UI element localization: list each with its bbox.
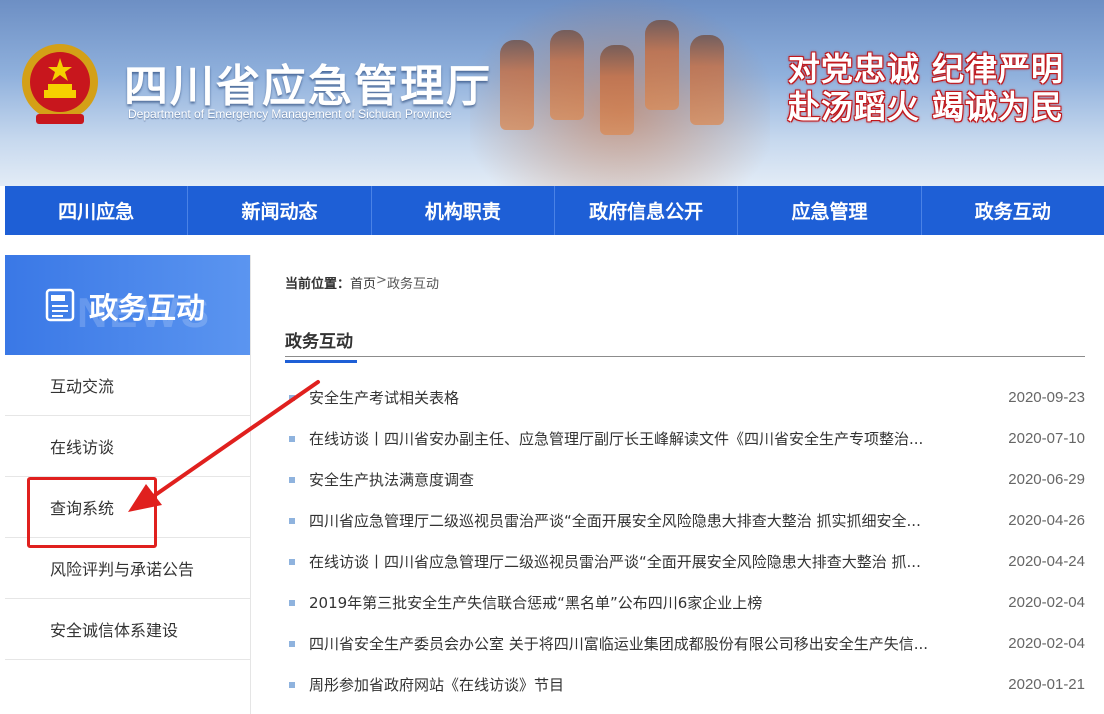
list-item[interactable]: 四川省安全生产委员会办公室 关于将四川富临运业集团成都股份有限公司移出安全生产失… bbox=[285, 623, 1085, 664]
breadcrumb-label: 当前位置： bbox=[285, 277, 351, 292]
main-nav: 四川应急 新闻动态 机构职责 政府信息公开 应急管理 政务互动 bbox=[5, 186, 1104, 235]
sidebar-item-interactive-exchange[interactable]: 互动交流 bbox=[5, 355, 250, 416]
breadcrumb-separator: > bbox=[376, 273, 387, 288]
news-date: 2020-02-04 bbox=[1008, 635, 1085, 652]
nav-item-government-info[interactable]: 政府信息公开 bbox=[555, 186, 739, 235]
news-title[interactable]: 周彤参加省政府网站《在线访谈》节目 bbox=[309, 674, 969, 695]
news-title[interactable]: 安全生产执法满意度调查 bbox=[309, 469, 969, 490]
nav-item-news[interactable]: 新闻动态 bbox=[188, 186, 372, 235]
list-item[interactable]: 在线访谈丨四川省应急管理厅二级巡视员雷治严谈“全面开展安全风险隐患大排查大整治 … bbox=[285, 541, 1085, 582]
section-header: 政务互动 bbox=[285, 321, 1085, 363]
news-icon bbox=[45, 288, 75, 322]
site-title: 四川省应急管理厅 bbox=[124, 61, 492, 112]
site-subtitle: Department of Emergency Management of Si… bbox=[128, 107, 452, 121]
news-title[interactable]: 在线访谈丨四川省安办副主任、应急管理厅副厅长王峰解读文件《四川省安全生产专项整治… bbox=[309, 428, 969, 449]
news-title[interactable]: 四川省应急管理厅二级巡视员雷治严谈“全面开展安全风险隐患大排查大整治 抓实抓细安… bbox=[309, 510, 969, 531]
bullet-icon bbox=[289, 640, 295, 647]
nav-item-emergency-management[interactable]: 应急管理 bbox=[738, 186, 922, 235]
bullet-icon bbox=[289, 681, 295, 688]
breadcrumb: 当前位置： 首页 > 政务互动 bbox=[285, 273, 439, 292]
bullet-icon bbox=[289, 558, 295, 565]
news-title[interactable]: 安全生产考试相关表格 bbox=[309, 387, 969, 408]
breadcrumb-home-link[interactable]: 首页 bbox=[350, 273, 376, 292]
bullet-icon bbox=[289, 476, 295, 483]
sidebar-item-online-interview[interactable]: 在线访谈 bbox=[5, 416, 250, 477]
site-header: 四川省应急管理厅 Department of Emergency Managem… bbox=[0, 0, 1104, 186]
news-date: 2020-02-04 bbox=[1008, 594, 1085, 611]
nav-item-responsibilities[interactable]: 机构职责 bbox=[372, 186, 555, 235]
bullet-icon bbox=[289, 517, 295, 524]
section-title: 政务互动 bbox=[285, 327, 357, 363]
news-date: 2020-04-26 bbox=[1008, 512, 1085, 529]
nav-item-sichuan-emergency[interactable]: 四川应急 bbox=[5, 186, 189, 235]
news-list: 安全生产考试相关表格 2020-09-23 在线访谈丨四川省安办副主任、应急管理… bbox=[285, 377, 1085, 705]
nav-item-government-interaction[interactable]: 政务互动 bbox=[922, 186, 1104, 235]
bullet-icon bbox=[289, 435, 295, 442]
news-title[interactable]: 在线访谈丨四川省应急管理厅二级巡视员雷治严谈“全面开展安全风险隐患大排查大整治 … bbox=[309, 551, 969, 572]
main-content: 当前位置： 首页 > 政务互动 政务互动 安全生产考试相关表格 2020-09-… bbox=[285, 255, 1085, 714]
bullet-icon bbox=[289, 394, 295, 401]
news-date: 2020-04-24 bbox=[1008, 553, 1085, 570]
news-date: 2020-06-29 bbox=[1008, 471, 1085, 488]
list-item[interactable]: 四川省应急管理厅二级巡视员雷治严谈“全面开展安全风险隐患大排查大整治 抓实抓细安… bbox=[285, 500, 1085, 541]
slogan-line-2: 赴汤蹈火 竭诚为民 bbox=[787, 88, 1064, 126]
list-item[interactable]: 安全生产执法满意度调查 2020-06-29 bbox=[285, 459, 1085, 500]
annotation-highlight-box bbox=[27, 477, 157, 548]
list-item[interactable]: 安全生产考试相关表格 2020-09-23 bbox=[285, 377, 1085, 418]
bullet-icon bbox=[289, 599, 295, 606]
list-item[interactable]: 在线访谈丨四川省安办副主任、应急管理厅副厅长王峰解读文件《四川省安全生产专项整治… bbox=[285, 418, 1085, 459]
news-date: 2020-07-10 bbox=[1008, 430, 1085, 447]
news-date: 2020-09-23 bbox=[1008, 389, 1085, 406]
header-photo bbox=[470, 0, 770, 186]
list-item[interactable]: 周彤参加省政府网站《在线访谈》节目 2020-01-21 bbox=[285, 664, 1085, 705]
sidebar-title: 政务互动 bbox=[89, 291, 206, 325]
news-date: 2020-01-21 bbox=[1008, 676, 1085, 693]
national-emblem-icon bbox=[22, 44, 98, 124]
list-item[interactable]: 2019年第三批安全生产失信联合惩戒“黑名单”公布四川6家企业上榜 2020-0… bbox=[285, 582, 1085, 623]
breadcrumb-current[interactable]: 政务互动 bbox=[387, 273, 439, 292]
sidebar-item-safety-credit[interactable]: 安全诚信体系建设 bbox=[5, 599, 250, 660]
news-title[interactable]: 2019年第三批安全生产失信联合惩戒“黑名单”公布四川6家企业上榜 bbox=[309, 592, 969, 613]
news-title[interactable]: 四川省安全生产委员会办公室 关于将四川富临运业集团成都股份有限公司移出安全生产失… bbox=[309, 633, 969, 654]
sidebar-header: NEWS 政务互动 bbox=[5, 255, 250, 355]
